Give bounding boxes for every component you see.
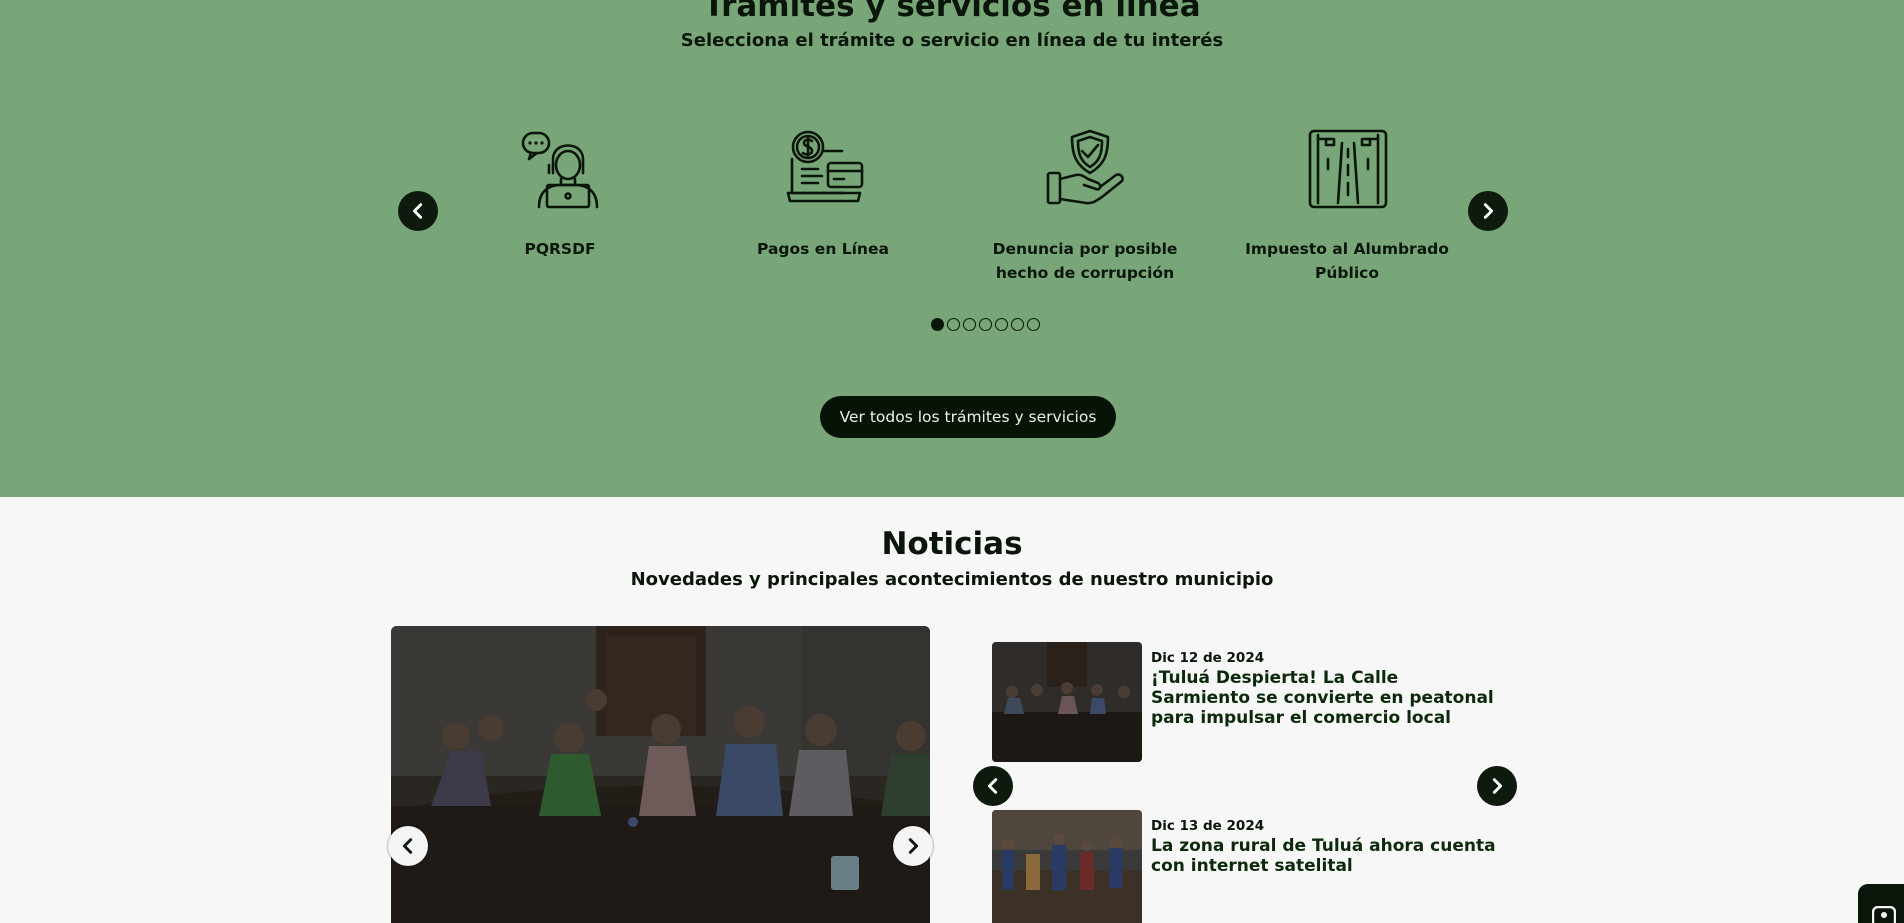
news-next-arrow[interactable] bbox=[1477, 766, 1517, 806]
news-thumbnail[interactable] bbox=[992, 642, 1142, 762]
pagination-dot[interactable] bbox=[1027, 318, 1040, 331]
photo-prev-arrow[interactable] bbox=[388, 826, 428, 866]
news-date: Dic 12 de 2024 bbox=[1151, 650, 1265, 666]
tramites-section: Trámites y servicios en línea Selecciona… bbox=[0, 0, 1904, 497]
news-title-link[interactable]: ¡Tuluá Despierta! La Calle Sarmiento se … bbox=[1151, 668, 1501, 728]
news-thumbnail-image bbox=[992, 642, 1142, 762]
chevron-left-icon bbox=[412, 203, 423, 219]
pagination-dot[interactable] bbox=[931, 318, 944, 331]
tramites-next-arrow[interactable] bbox=[1468, 191, 1508, 231]
featured-news-photo[interactable] bbox=[391, 626, 930, 923]
chevron-left-icon bbox=[987, 778, 998, 794]
online-payment-icon bbox=[786, 130, 864, 203]
chevron-right-icon bbox=[1483, 203, 1494, 219]
news-prev-arrow[interactable] bbox=[973, 766, 1013, 806]
shield-hand-icon bbox=[1046, 129, 1124, 205]
service-label: Impuesto al Alumbrado Público bbox=[1245, 240, 1449, 282]
floating-accessibility-button[interactable] bbox=[1858, 884, 1904, 923]
service-card-alumbrado[interactable]: Impuesto al Alumbrado Público bbox=[1232, 129, 1462, 289]
service-card-pagos[interactable]: Pagos en Línea bbox=[708, 129, 938, 289]
chevron-right-icon bbox=[1492, 778, 1503, 794]
service-label: PQRSDF bbox=[524, 240, 596, 258]
service-card-pqrsdf[interactable]: PQRSDF bbox=[445, 129, 675, 289]
street-lights-icon bbox=[1308, 129, 1388, 209]
news-title-link[interactable]: La zona rural de Tuluá ahora cuenta con … bbox=[1151, 836, 1501, 876]
news-list-item[interactable]: Dic 12 de 2024 ¡Tuluá Despierta! La Call… bbox=[992, 642, 1512, 764]
noticias-subtitle: Novedades y principales acontecimientos … bbox=[630, 569, 1274, 590]
carousel-pagination bbox=[931, 318, 1040, 331]
service-label: Denuncia por posible hecho de corrupción bbox=[992, 240, 1178, 282]
tramites-title: Trámites y servicios en línea bbox=[703, 0, 1201, 24]
service-label: Pagos en Línea bbox=[757, 240, 889, 258]
noticias-title: Noticias bbox=[881, 526, 1023, 562]
pagination-dot[interactable] bbox=[979, 318, 992, 331]
pagination-dot[interactable] bbox=[947, 318, 960, 331]
customer-service-icon bbox=[521, 131, 599, 209]
chevron-left-icon bbox=[402, 838, 413, 854]
chevron-right-icon bbox=[908, 838, 919, 854]
accessibility-icon bbox=[1872, 906, 1896, 923]
pagination-dot[interactable] bbox=[995, 318, 1008, 331]
news-date: Dic 13 de 2024 bbox=[1151, 818, 1265, 834]
service-card-denuncia[interactable]: Denuncia por posible hecho de corrupción bbox=[970, 129, 1200, 289]
tramites-subtitle: Selecciona el trámite o servicio en líne… bbox=[680, 30, 1224, 51]
pagination-dot[interactable] bbox=[963, 318, 976, 331]
tramites-prev-arrow[interactable] bbox=[398, 191, 438, 231]
news-thumbnail-image bbox=[992, 810, 1142, 923]
photo-next-arrow[interactable] bbox=[893, 826, 933, 866]
meeting-photo bbox=[391, 626, 930, 923]
ver-todos-tramites-button[interactable]: Ver todos los trámites y servicios bbox=[820, 396, 1116, 438]
pagination-dot[interactable] bbox=[1011, 318, 1024, 331]
news-list-item[interactable]: Dic 13 de 2024 La zona rural de Tuluá ah… bbox=[992, 810, 1512, 923]
news-thumbnail[interactable] bbox=[992, 810, 1142, 923]
